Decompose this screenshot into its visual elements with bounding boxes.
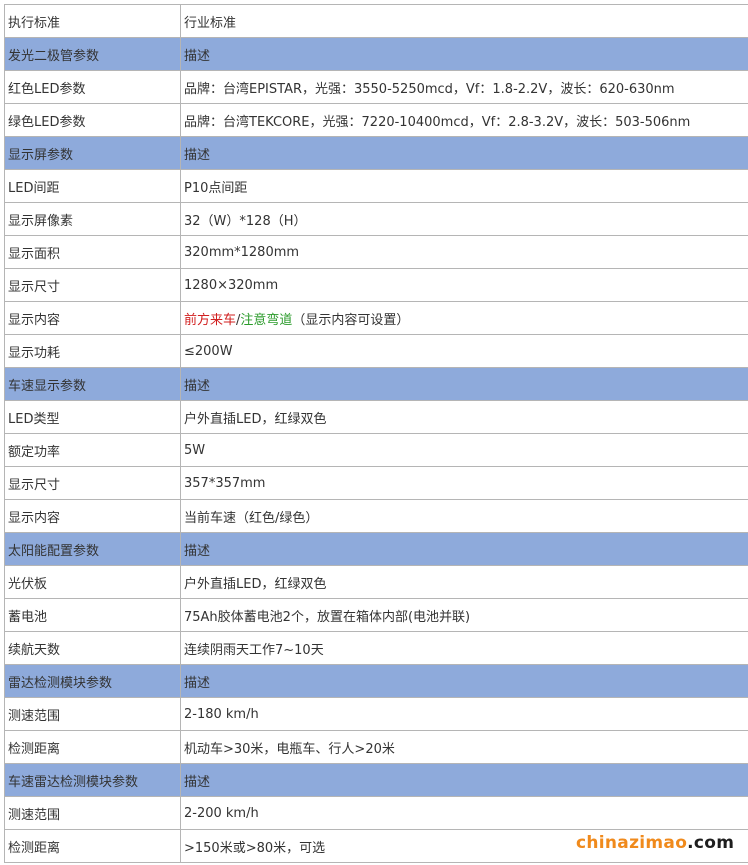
- table-row: 显示尺寸 1280×320mm: [4, 268, 748, 302]
- param-value-cell: 2-200 km/h: [180, 796, 748, 830]
- section-title-cell: 雷达检测模块参数: [4, 664, 181, 698]
- section-header-row: 发光二极管参数 描述: [4, 37, 748, 71]
- section-title-cell: 发光二极管参数: [4, 37, 181, 71]
- table-row: LED间距 P10点间距: [4, 169, 748, 203]
- section-desc-cell: 描述: [180, 763, 748, 797]
- table-row: 续航天数 连续阴雨天工作7~10天: [4, 631, 748, 665]
- param-value-cell: 5W: [180, 433, 748, 467]
- spec-table: 执行标准 行业标准 发光二极管参数 描述 红色LED参数 品牌：台湾EPISTAR，光强：…: [4, 4, 748, 863]
- table-row: 绿色LED参数 品牌：台湾TEKCORE，光强：7220-10400mcd，Vf：…: [4, 103, 748, 137]
- section-desc-cell: 描述: [180, 532, 748, 566]
- param-value-cell: 当前车速（红色/绿色）: [180, 499, 748, 533]
- param-name-cell: 检测距离: [4, 829, 181, 863]
- param-value-cell: 品牌：台湾TEKCORE，光强：7220-10400mcd，Vf：2.8-3.2…: [180, 103, 748, 137]
- section-header-row: 太阳能配置参数 描述: [4, 532, 748, 566]
- section-desc-cell: 描述: [180, 37, 748, 71]
- param-name-cell: 续航天数: [4, 631, 181, 665]
- param-value-cell: P10点间距: [180, 169, 748, 203]
- param-value-cell: 户外直插LED，红绿双色: [180, 565, 748, 599]
- param-name-cell: LED类型: [4, 400, 181, 434]
- section-title-cell: 车速雷达检测模块参数: [4, 763, 181, 797]
- param-name-cell: 显示屏像素: [4, 202, 181, 236]
- param-name-cell: 额定功率: [4, 433, 181, 467]
- table-row: 检测距离 机动车>30米，电瓶车、行人>20米: [4, 730, 748, 764]
- table-row: 测速范围 2-180 km/h: [4, 697, 748, 731]
- param-value-cell: 连续阴雨天工作7~10天: [180, 631, 748, 665]
- table-row: LED类型 户外直插LED，红绿双色: [4, 400, 748, 434]
- param-name-cell: 显示内容: [4, 301, 181, 335]
- param-name-cell: 光伏板: [4, 565, 181, 599]
- table-row: 光伏板 户外直插LED，红绿双色: [4, 565, 748, 599]
- table-row: 显示内容 当前车速（红色/绿色）: [4, 499, 748, 533]
- section-desc-cell: 描述: [180, 367, 748, 401]
- table-row: 显示屏像素 32（W）*128（H）: [4, 202, 748, 236]
- table-row: 红色LED参数 品牌：台湾EPISTAR，光强：3550-5250mcd，Vf：1…: [4, 70, 748, 104]
- param-value-cell: 75Ah胶体蓄电池2个，放置在箱体内部(电池并联): [180, 598, 748, 632]
- section-header-row: 显示屏参数 描述: [4, 136, 748, 170]
- section-desc-cell: 描述: [180, 664, 748, 698]
- param-value-cell: 357*357mm: [180, 466, 748, 500]
- param-value-cell: 32（W）*128（H）: [180, 202, 748, 236]
- param-name-cell: 显示尺寸: [4, 268, 181, 302]
- table-row: 执行标准 行业标准: [4, 4, 748, 38]
- value-green-text: 注意弯道: [240, 312, 293, 328]
- table-row: 测速范围 2-200 km/h: [4, 796, 748, 830]
- section-desc-cell: 描述: [180, 136, 748, 170]
- param-value-cell: 行业标准: [180, 4, 748, 38]
- table-row: 显示面积 320mm*1280mm: [4, 235, 748, 269]
- spec-table-body: 执行标准 行业标准 发光二极管参数 描述 红色LED参数 品牌：台湾EPISTAR，光强：…: [4, 4, 748, 863]
- param-value-cell: 前方来车/注意弯道（显示内容可设置）: [180, 301, 748, 335]
- param-value-cell: 户外直插LED，红绿双色: [180, 400, 748, 434]
- table-row: 显示尺寸 357*357mm: [4, 466, 748, 500]
- param-value-cell: 1280×320mm: [180, 268, 748, 302]
- section-title-cell: 太阳能配置参数: [4, 532, 181, 566]
- section-header-row: 雷达检测模块参数 描述: [4, 664, 748, 698]
- param-name-cell: 显示功耗: [4, 334, 181, 368]
- param-value-cell: 机动车>30米，电瓶车、行人>20米: [180, 730, 748, 764]
- value-rest-text: （显示内容可设置）: [292, 312, 410, 328]
- param-value-cell: 2-180 km/h: [180, 697, 748, 731]
- table-row: 显示功耗 ≤200W: [4, 334, 748, 368]
- section-title-cell: 车速显示参数: [4, 367, 181, 401]
- param-value-cell: ≤200W: [180, 334, 748, 368]
- value-red-text: 前方来车: [184, 312, 237, 328]
- table-row: 额定功率 5W: [4, 433, 748, 467]
- param-value-cell: 320mm*1280mm: [180, 235, 748, 269]
- watermark-tld: .com: [687, 833, 735, 853]
- table-row: 显示内容 前方来车/注意弯道（显示内容可设置）: [4, 301, 748, 335]
- section-header-row: 车速雷达检测模块参数 描述: [4, 763, 748, 797]
- section-title-cell: 显示屏参数: [4, 136, 181, 170]
- param-name-cell: 显示内容: [4, 499, 181, 533]
- param-name-cell: LED间距: [4, 169, 181, 203]
- param-name-cell: 测速范围: [4, 697, 181, 731]
- param-name-cell: 显示面积: [4, 235, 181, 269]
- param-name-cell: 检测距离: [4, 730, 181, 764]
- table-row: 蓄电池 75Ah胶体蓄电池2个，放置在箱体内部(电池并联): [4, 598, 748, 632]
- section-header-row: 车速显示参数 描述: [4, 367, 748, 401]
- param-name-cell: 绿色LED参数: [4, 103, 181, 137]
- param-value-cell: 品牌：台湾EPISTAR，光强：3550-5250mcd，Vf：1.8-2.2V…: [180, 70, 748, 104]
- param-name-cell: 蓄电池: [4, 598, 181, 632]
- param-name-cell: 测速范围: [4, 796, 181, 830]
- param-name-cell: 红色LED参数: [4, 70, 181, 104]
- param-name-cell: 显示尺寸: [4, 466, 181, 500]
- watermark: chinazimao.com: [576, 833, 734, 853]
- watermark-main: chinazimao: [576, 833, 688, 853]
- param-name-cell: 执行标准: [4, 4, 181, 38]
